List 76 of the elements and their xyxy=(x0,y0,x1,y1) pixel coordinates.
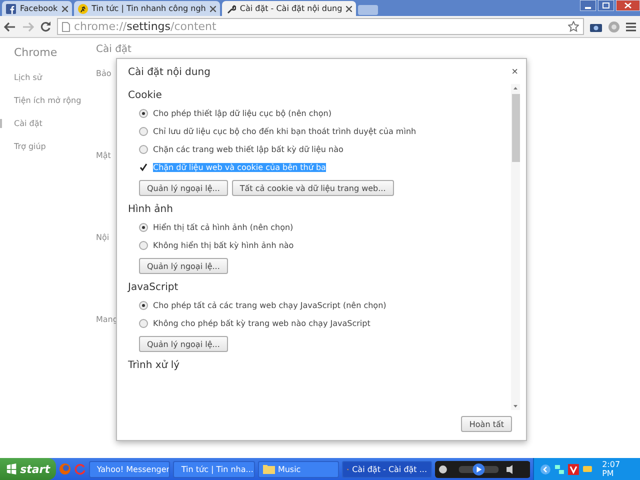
section-heading: Trình xử lý xyxy=(128,360,181,371)
taskbar-button[interactable]: Tin tức | Tin nha... xyxy=(173,460,255,478)
close-button[interactable]: × xyxy=(512,67,518,78)
option-label: Không cho phép bất kỳ trang web nào chạy JavaScript xyxy=(153,319,370,328)
refresh-icon[interactable] xyxy=(74,463,86,475)
new-tab-button[interactable] xyxy=(358,5,378,15)
sidebar-title: Chrome xyxy=(14,46,58,59)
down-arrow-icon xyxy=(511,402,520,410)
option-label: Chỉ lưu dữ liệu cục bộ cho đến khi bạn thoát trình duyệt của mình xyxy=(153,127,416,136)
page-icon xyxy=(62,22,70,32)
browser-tab[interactable]: Facebook xyxy=(2,1,72,16)
section-heading: Nội xyxy=(96,233,110,242)
f-logo-icon xyxy=(6,4,16,14)
radio-button[interactable] xyxy=(139,223,148,232)
sidebar-item[interactable]: Cài đặt xyxy=(0,119,96,128)
done-button[interactable]: Hoàn tất xyxy=(461,416,512,432)
menu-icon[interactable] xyxy=(626,22,636,32)
section-heading: Cookie xyxy=(128,90,163,101)
radio-button[interactable] xyxy=(139,145,148,154)
restore-icon xyxy=(598,0,614,11)
section-heading: Mật xyxy=(96,151,111,160)
radio-button[interactable] xyxy=(139,127,148,136)
manage-button[interactable]: Quản lý ngoại lệ... xyxy=(139,258,228,274)
extension-icon[interactable] xyxy=(608,20,620,32)
v-shield-icon xyxy=(568,464,580,474)
option-label: Hiển thị tất cả hình ảnh (nên chọn) xyxy=(153,223,294,232)
selected-text: Chặn dữ liệu web và cookie của bên thứ ba xyxy=(153,163,326,172)
browser-tab[interactable]: Cài đặt - Cài đặt nội dung xyxy=(222,1,356,16)
checkbox[interactable] xyxy=(139,163,148,172)
scrollbar-thumb[interactable] xyxy=(512,94,520,162)
option-label: Chặn các trang web thiết lập bất kỳ dữ liệu nào xyxy=(153,145,344,154)
sidebar-item[interactable]: Trợ giúp xyxy=(14,142,96,151)
scrollbar[interactable] xyxy=(511,84,520,410)
sidebar-item[interactable]: Lịch sử xyxy=(14,73,96,82)
windows-flag-icon xyxy=(6,463,18,475)
camera-icon[interactable] xyxy=(590,22,602,32)
radio-button[interactable] xyxy=(139,109,148,118)
manage-button[interactable]: Quản lý ngoại lệ... xyxy=(139,336,228,352)
network-icon xyxy=(554,464,566,474)
close-icon xyxy=(210,6,216,12)
section-heading: JavaScript xyxy=(128,282,180,293)
radio-button[interactable] xyxy=(139,241,148,250)
manage-button[interactable]: Quản lý ngoại lệ... xyxy=(139,180,228,196)
radio-button[interactable] xyxy=(139,319,148,328)
dialog-title: Cài đặt nội dung xyxy=(128,67,210,78)
manage-button[interactable]: Tất cả cookie và dữ liệu trang web... xyxy=(232,180,394,196)
close-icon xyxy=(346,6,352,12)
chat-icon xyxy=(582,464,594,474)
section-heading: Bảo xyxy=(96,69,112,78)
taskbar-button[interactable]: Music xyxy=(258,460,340,478)
close-icon xyxy=(616,0,640,11)
close-icon xyxy=(62,6,68,12)
wrench-icon xyxy=(226,4,236,14)
taskbar-button[interactable]: Yahoo! Messenger xyxy=(88,460,170,478)
folder-icon xyxy=(262,464,275,474)
radio-button[interactable] xyxy=(139,301,148,310)
star-icon[interactable] xyxy=(568,21,579,32)
minimize-icon xyxy=(580,0,596,11)
option-label: Cho phép tất cả các trang web chạy JavaScript (nên chọn) xyxy=(153,301,386,310)
sidebar-item[interactable]: Tiện ích mở rộng xyxy=(14,96,96,105)
section-heading: Hình ảnh xyxy=(128,204,174,215)
arrow-circle-icon xyxy=(540,464,552,474)
option-label: Cho phép thiết lập dữ liệu cục bộ (nên chọn) xyxy=(153,109,332,118)
address-bar[interactable]: chrome://settings/content xyxy=(57,18,584,35)
browser-tab[interactable]: Tin tức | Tin nhanh công ngh xyxy=(74,1,220,16)
forward-arrow-icon[interactable] xyxy=(22,22,34,32)
taskbar-button[interactable]: Cài đặt - Cài đặt ... xyxy=(342,460,432,478)
option-label: Không hiển thị bất kỳ hình ảnh nào xyxy=(153,241,294,250)
clock: 2:07 PM xyxy=(602,460,622,478)
start-button[interactable]: start xyxy=(0,458,56,480)
runner-icon xyxy=(78,4,88,14)
page-heading: Cài đặt xyxy=(96,44,132,55)
url-text: chrome://settings/content xyxy=(74,20,216,33)
back-arrow-icon[interactable] xyxy=(4,22,16,32)
firefox-icon[interactable] xyxy=(59,463,71,475)
reload-icon[interactable] xyxy=(40,21,51,32)
